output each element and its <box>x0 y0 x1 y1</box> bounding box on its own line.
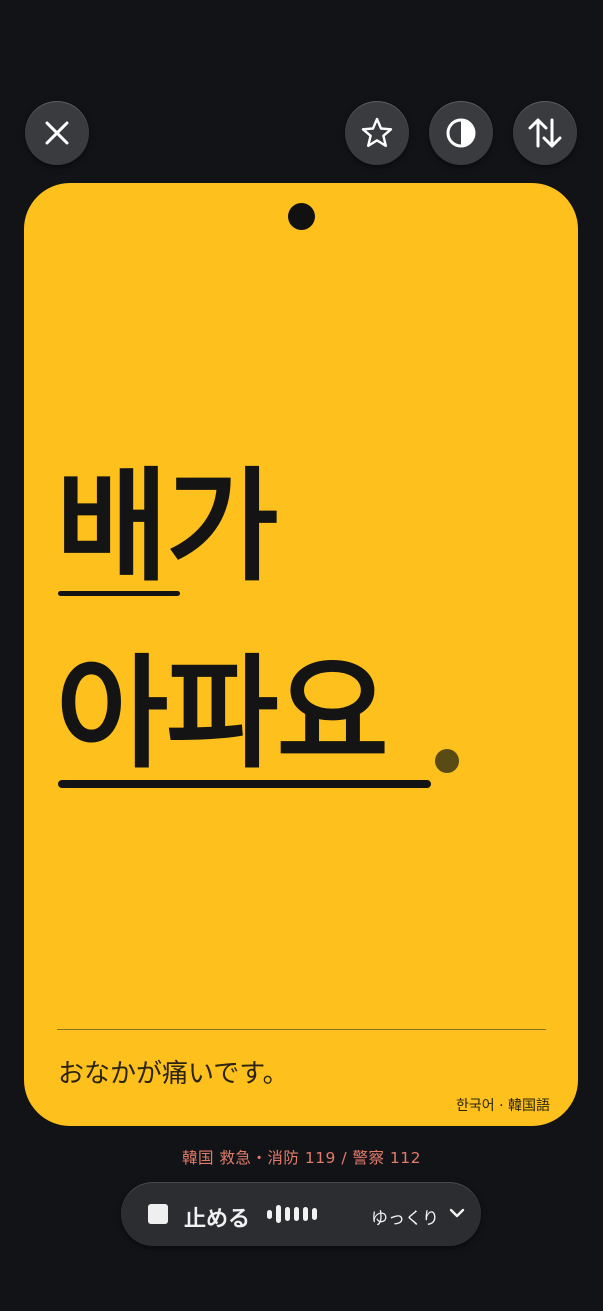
contrast-icon <box>446 118 476 148</box>
close-icon <box>45 121 69 145</box>
card-divider <box>57 1029 546 1030</box>
stop-button[interactable]: 止める <box>184 1201 250 1233</box>
waveform-icon <box>267 1205 317 1223</box>
swap-direction-button[interactable] <box>513 101 577 165</box>
speed-selector[interactable]: ゆっくり <box>371 1204 439 1229</box>
phrase-end-dot <box>435 749 459 773</box>
phrase-line-2: 아파요 <box>56 643 389 785</box>
phrase-underline-2 <box>58 780 431 788</box>
phrase-underline-1 <box>58 591 180 596</box>
language-label: 한국어 · 韓国語 <box>456 1098 550 1114</box>
favorite-button[interactable] <box>345 101 409 165</box>
contrast-button[interactable] <box>429 101 493 165</box>
close-button[interactable] <box>25 101 89 165</box>
swap-vertical-icon <box>528 118 562 148</box>
emergency-numbers: 韓国 救急・消防 119 / 警察 112 <box>181 1149 422 1167</box>
phrase-card[interactable]: 배가 아파요 おなかが痛いです。 한국어 · 韓国語 <box>24 183 578 1126</box>
audio-player-bar: 止める ゆっくり <box>121 1182 481 1246</box>
translation-text: おなかが痛いです。 <box>58 1059 289 1089</box>
card-hole <box>288 203 315 230</box>
star-icon <box>361 117 393 147</box>
chevron-down-icon[interactable] <box>449 1207 465 1219</box>
phrase-line-1: 배가 <box>56 456 278 598</box>
stop-icon[interactable] <box>148 1204 168 1224</box>
